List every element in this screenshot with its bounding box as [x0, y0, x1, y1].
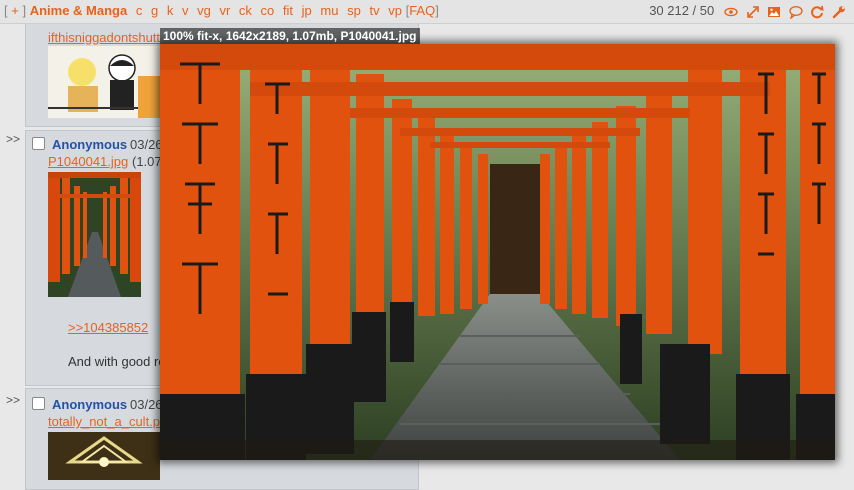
post-2-file-size: (1.07: [132, 154, 162, 169]
board-link-tv[interactable]: tv: [369, 3, 379, 18]
post-2-file-link[interactable]: P1040041.jpg: [48, 154, 128, 169]
post-3-author-name: Anonymous: [52, 397, 128, 412]
board-link-fit[interactable]: fit: [283, 3, 293, 18]
board-link-vp[interactable]: vp: [388, 3, 402, 18]
torii-gates-photo: [160, 44, 835, 460]
eye-icon[interactable]: [724, 5, 738, 19]
board-title[interactable]: Anime & Manga: [30, 3, 128, 18]
board-link-g[interactable]: g: [151, 3, 158, 18]
post-image-count: 30 212 / 50: [649, 3, 715, 18]
board-link-c[interactable]: c: [136, 3, 143, 18]
hover-image-preview: [160, 44, 835, 460]
thread-stats-area: 30 212 / 50: [649, 0, 848, 23]
board-list: [ + ] Anime & Manga c g k v vg vr ck co …: [4, 0, 439, 22]
post-3-arrows: >>: [6, 393, 21, 407]
post-2-author-name: Anonymous: [52, 137, 128, 152]
faq-close-bracket: ]: [435, 3, 439, 18]
post-2-thumbnail[interactable]: [48, 172, 141, 297]
manga-thumbnail-image: [48, 46, 160, 118]
board-link-k[interactable]: k: [167, 3, 174, 18]
post-2-comment: And with good re: [68, 354, 166, 369]
post-3-checkbox[interactable]: [32, 397, 45, 410]
cult-thumbnail-image: [48, 432, 160, 480]
board-link-ck[interactable]: ck: [239, 3, 252, 18]
top-nav-bar: [ + ] Anime & Manga c g k v vg vr ck co …: [0, 0, 854, 24]
post-2-checkbox[interactable]: [32, 137, 45, 150]
home-open-bracket: [: [4, 3, 8, 18]
post-2-quote-link[interactable]: >>104385852: [68, 320, 148, 335]
board-link-jp[interactable]: jp: [302, 3, 312, 18]
post-3-date: 03/26: [130, 397, 163, 412]
board-link-mu[interactable]: mu: [320, 3, 338, 18]
expand-icon[interactable]: [746, 5, 760, 19]
post-1-file-link[interactable]: ifthisniggadontshutt: [48, 30, 160, 45]
post-1-thumbnail[interactable]: [48, 46, 160, 118]
post-3-thumbnail[interactable]: [48, 432, 160, 480]
post-2-arrows: >>: [6, 132, 21, 146]
hover-image-caption: 100% fit-x, 1642x2189, 1.07mb, P1040041.…: [160, 28, 420, 44]
board-link-vg[interactable]: vg: [197, 3, 211, 18]
board-link-v[interactable]: v: [182, 3, 189, 18]
refresh-icon[interactable]: [810, 5, 824, 19]
chat-icon[interactable]: [789, 5, 803, 20]
image-icon[interactable]: [767, 5, 781, 19]
board-link-sp[interactable]: sp: [347, 3, 361, 18]
board-link-vr[interactable]: vr: [219, 3, 230, 18]
home-button[interactable]: +: [11, 3, 19, 18]
board-link-co[interactable]: co: [261, 3, 275, 18]
home-close-bracket: ]: [22, 3, 27, 18]
post-3-file-link[interactable]: totally_not_a_cult.p: [48, 414, 160, 429]
wrench-icon[interactable]: [832, 5, 846, 19]
post-2-date: 03/26: [130, 137, 163, 152]
faq-link[interactable]: FAQ: [409, 3, 435, 18]
torii-thumbnail-image: [48, 172, 141, 297]
